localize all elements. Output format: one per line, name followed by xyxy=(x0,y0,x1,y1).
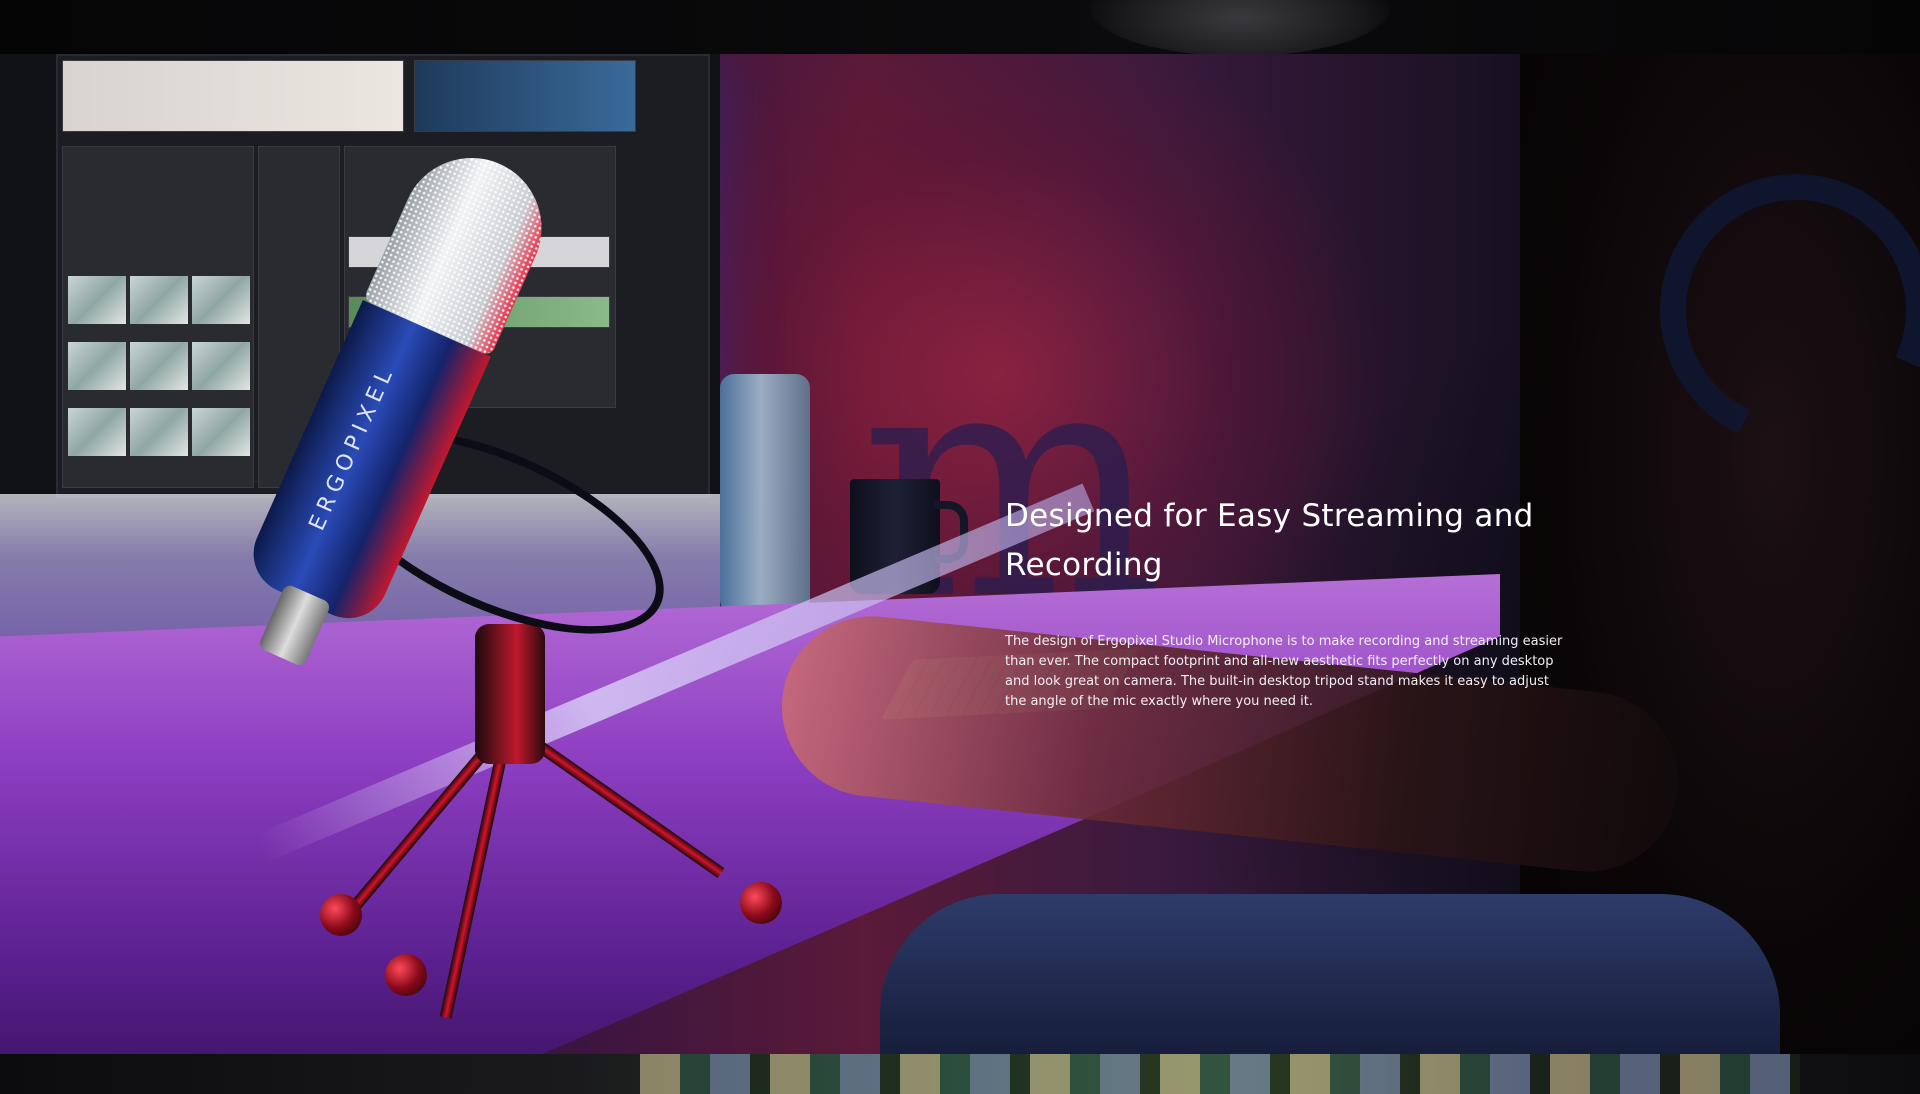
media-thumbnail xyxy=(68,276,126,324)
hero-section: m ERGOPIXEL Designed for Easy Streaming … xyxy=(0,54,1920,1054)
tripod-foot xyxy=(320,894,362,936)
tripod-hub xyxy=(475,624,545,764)
media-thumbnail xyxy=(68,408,126,456)
previous-section-strip xyxy=(0,0,1920,56)
microphone-product: ERGOPIXEL xyxy=(240,135,800,1024)
media-thumbnail xyxy=(130,408,188,456)
tripod-foot xyxy=(740,882,782,924)
lap-silhouette xyxy=(880,894,1780,1054)
hero-copy: Designed for Easy Streaming and Recordin… xyxy=(1005,492,1565,712)
next-section-strip xyxy=(0,1054,1920,1094)
video-preview-panel xyxy=(414,60,636,132)
media-thumbnail xyxy=(130,342,188,390)
tripod-foot xyxy=(385,954,427,996)
page: m ERGOPIXEL Designed for Easy Streaming … xyxy=(0,0,1920,1094)
hero-heading: Designed for Easy Streaming and Recordin… xyxy=(1005,498,1534,583)
media-thumbnail xyxy=(130,276,188,324)
next-section-image-preview xyxy=(640,1054,1800,1094)
lamp-silhouette xyxy=(1090,0,1390,56)
hero-description: The design of Ergopixel Studio Microphon… xyxy=(1005,634,1563,709)
video-preview-panel xyxy=(62,60,404,132)
media-thumbnail xyxy=(68,342,126,390)
